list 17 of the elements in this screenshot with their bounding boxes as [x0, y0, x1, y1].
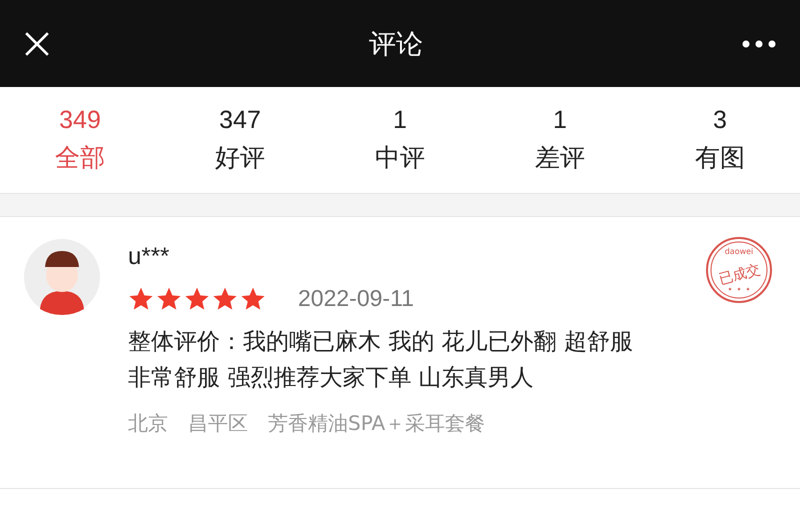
user-name: u*** [128, 243, 170, 271]
deal-stamp: daowei 已成交 [704, 235, 774, 305]
review-tag: 北京 [128, 410, 168, 437]
review-text: 整体评价：我的嘴已麻木 我的 花儿已外翻 超舒服 [128, 328, 633, 357]
page-title: 评论 [369, 28, 423, 62]
avatar-icon [24, 239, 100, 315]
review-date: 2022-09-11 [298, 285, 414, 312]
more-icon[interactable] [742, 40, 776, 48]
review-tag: 芳香精油SPA＋采耳套餐 [268, 410, 486, 437]
filter-tab[interactable]: 1 差评 [480, 87, 640, 193]
review-tag: 昌平区 [188, 410, 248, 437]
filter-tab[interactable]: 3 有图 [640, 87, 800, 193]
close-icon[interactable] [24, 30, 50, 56]
review-text: 非常舒服 强烈推荐大家下单 山东真男人 [128, 364, 534, 393]
filter-tab[interactable]: 1 中评 [320, 87, 480, 193]
filter-tab[interactable]: 349 全部 [0, 87, 160, 193]
filter-tab[interactable]: 347 好评 [160, 87, 320, 193]
